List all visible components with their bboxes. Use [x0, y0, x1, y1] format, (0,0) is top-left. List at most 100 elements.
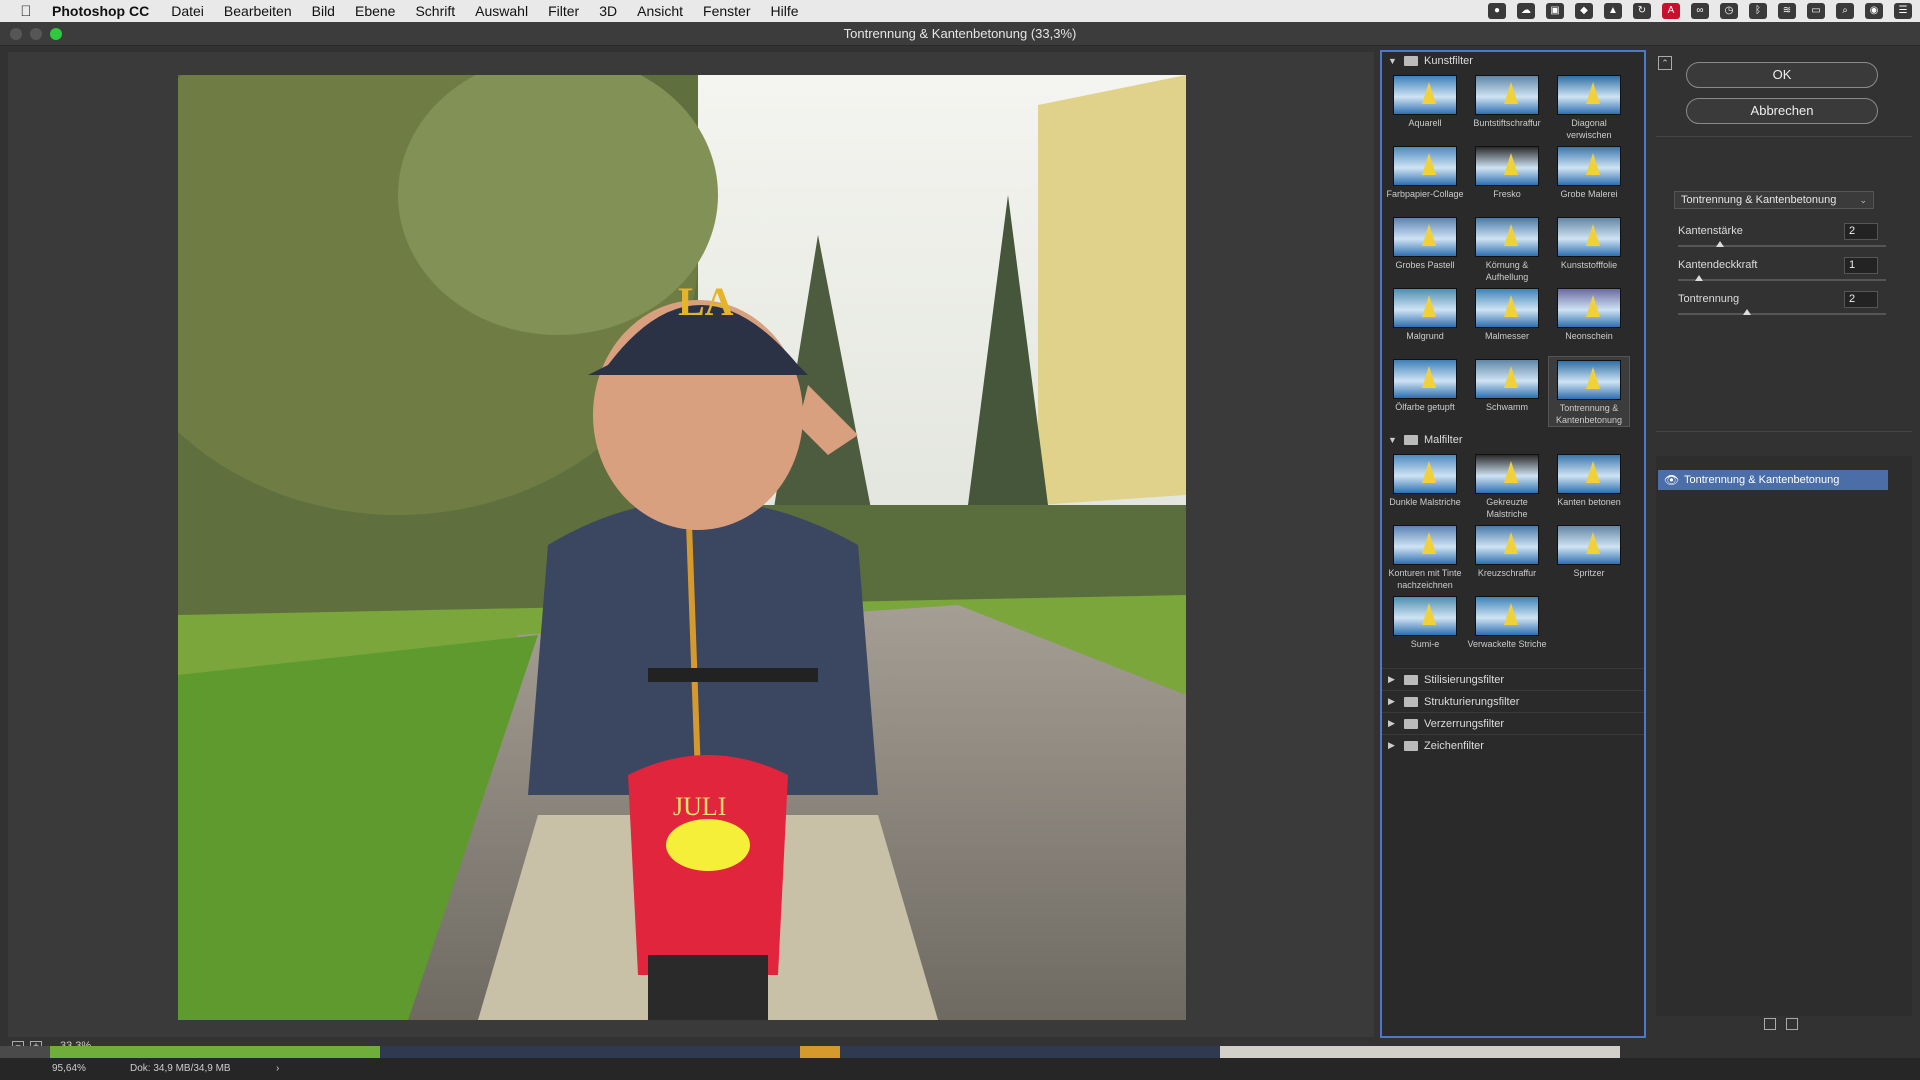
- filter-thumb[interactable]: Konturen mit Tinte nachzeichnen: [1384, 522, 1466, 593]
- menu-filter[interactable]: Filter: [538, 0, 589, 22]
- record-icon[interactable]: ●: [1488, 3, 1506, 19]
- status-doc-size: Dok: 34,9 MB/34,9 MB: [130, 1063, 231, 1074]
- creative-cloud-icon[interactable]: ∞: [1691, 3, 1709, 19]
- disclosure-closed-icon[interactable]: ▶: [1388, 740, 1400, 751]
- time-machine-icon[interactable]: ◷: [1720, 3, 1738, 19]
- malfilter-grid: Dunkle Malstriche Gekreuzte Malstriche Kan…: [1382, 449, 1644, 668]
- ok-button[interactable]: OK: [1686, 62, 1878, 88]
- slider-thumb[interactable]: [1716, 241, 1724, 247]
- group-label: Malfilter: [1424, 434, 1463, 446]
- wifi-icon[interactable]: ≋: [1778, 3, 1796, 19]
- disclosure-closed-icon[interactable]: ▶: [1388, 674, 1400, 685]
- menu-3d[interactable]: 3D: [589, 0, 627, 22]
- filter-thumb-label: Aquarell: [1408, 118, 1442, 128]
- notification-center-icon[interactable]: ☰: [1894, 3, 1912, 19]
- filter-dropdown[interactable]: Tontrennung & Kantenbetonung ⌄: [1674, 191, 1874, 209]
- filter-thumb[interactable]: Körnung & Aufhellung: [1466, 214, 1548, 285]
- filter-thumb-label: Sumi-e: [1410, 639, 1440, 649]
- drive-icon[interactable]: ▲: [1604, 3, 1622, 19]
- apple-icon[interactable]: : [0, 3, 52, 20]
- param-slider[interactable]: [1678, 241, 1886, 247]
- disclosure-open-icon[interactable]: ▼: [1388, 56, 1400, 66]
- filter-thumb[interactable]: Tontrennung & Kantenbetonung: [1548, 356, 1630, 427]
- group-label: Stilisierungsfilter: [1424, 673, 1505, 686]
- filter-thumb[interactable]: Aquarell: [1384, 72, 1466, 143]
- status-bar: 95,64% Dok: 34,9 MB/34,9 MB ›: [0, 1058, 1920, 1080]
- disclosure-closed-icon[interactable]: ▶: [1388, 718, 1400, 729]
- app-menu[interactable]: Photoshop CC: [52, 0, 161, 22]
- filter-thumb[interactable]: Malmesser: [1466, 285, 1548, 356]
- filter-thumb[interactable]: Grobes Pastell: [1384, 214, 1466, 285]
- menu-datei[interactable]: Datei: [161, 0, 214, 22]
- group-stilisierungsfilter[interactable]: ▶ Stilisierungsfilter: [1382, 668, 1644, 690]
- filter-thumb-label: Spritzer: [1573, 568, 1605, 578]
- group-strukturierungsfilter[interactable]: ▶ Strukturierungsfilter: [1382, 690, 1644, 712]
- disclosure-closed-icon[interactable]: ▶: [1388, 696, 1400, 707]
- param-slider[interactable]: [1678, 309, 1886, 315]
- siri-icon[interactable]: ◉: [1865, 3, 1883, 19]
- status-zoom[interactable]: 95,64%: [52, 1063, 86, 1074]
- disclosure-open-icon[interactable]: ▼: [1388, 435, 1400, 445]
- sync-icon[interactable]: ↻: [1633, 3, 1651, 19]
- menu-schrift[interactable]: Schrift: [405, 0, 465, 22]
- filter-thumb[interactable]: Grobe Malerei: [1548, 143, 1630, 214]
- filter-thumb[interactable]: Neonschein: [1548, 285, 1630, 356]
- screen-icon[interactable]: ▣: [1546, 3, 1564, 19]
- preview-area[interactable]: LA JULI: [8, 52, 1374, 1037]
- filter-thumb[interactable]: Fresko: [1466, 143, 1548, 214]
- filter-thumb[interactable]: Ölfarbe getupft: [1384, 356, 1466, 427]
- filter-thumb[interactable]: Kunststofffolie: [1548, 214, 1630, 285]
- airplay-icon[interactable]: ▭: [1807, 3, 1825, 19]
- filter-preview-icon: [1393, 75, 1457, 115]
- group-malfilter[interactable]: ▼ Malfilter: [1382, 431, 1644, 449]
- menu-bearbeiten[interactable]: Bearbeiten: [214, 0, 302, 22]
- filter-dropdown-value: Tontrennung & Kantenbetonung: [1681, 194, 1837, 206]
- menu-ansicht[interactable]: Ansicht: [627, 0, 693, 22]
- menu-hilfe[interactable]: Hilfe: [761, 0, 809, 22]
- filter-thumb[interactable]: Verwackelte Striche: [1466, 593, 1548, 664]
- group-zeichenfilter[interactable]: ▶ Zeichenfilter: [1382, 734, 1644, 756]
- search-icon[interactable]: ⌕: [1836, 3, 1854, 19]
- filter-thumb[interactable]: Gekreuzte Malstriche: [1466, 451, 1548, 522]
- bluetooth-icon[interactable]: ᛒ: [1749, 3, 1767, 19]
- menu-auswahl[interactable]: Auswahl: [465, 0, 538, 22]
- menu-fenster[interactable]: Fenster: [693, 0, 760, 22]
- trash-icon[interactable]: [1786, 1018, 1798, 1030]
- dropbox-icon[interactable]: ◆: [1575, 3, 1593, 19]
- param-value-input[interactable]: 2: [1844, 223, 1878, 240]
- group-kunstfilter[interactable]: ▼ Kunstfilter: [1382, 52, 1644, 70]
- filter-thumb[interactable]: Kanten betonen: [1548, 451, 1630, 522]
- menu-ebene[interactable]: Ebene: [345, 0, 405, 22]
- param-value-input[interactable]: 1: [1844, 257, 1878, 274]
- new-effect-layer-icon[interactable]: [1764, 1018, 1776, 1030]
- filter-thumb-label: Fresko: [1493, 189, 1521, 199]
- cancel-button[interactable]: Abbrechen: [1686, 98, 1878, 124]
- effect-layer-row[interactable]: 👁 Tontrennung & Kantenbetonung: [1658, 470, 1888, 490]
- menu-bar:  Photoshop CC Datei Bearbeiten Bild Ebe…: [0, 0, 1920, 22]
- filter-thumb[interactable]: Malgrund: [1384, 285, 1466, 356]
- cloud-icon[interactable]: ☁: [1517, 3, 1535, 19]
- status-menu-arrow[interactable]: ›: [276, 1063, 279, 1074]
- filter-thumb[interactable]: Diagonal verwischen: [1548, 72, 1630, 143]
- filter-thumb[interactable]: Buntstiftschraffur: [1466, 72, 1548, 143]
- preview-image[interactable]: LA JULI: [178, 75, 1186, 1020]
- menu-bild[interactable]: Bild: [302, 0, 345, 22]
- eye-icon[interactable]: 👁: [1664, 470, 1679, 490]
- param-slider[interactable]: [1678, 275, 1886, 281]
- filter-preview-icon: [1557, 454, 1621, 494]
- filter-thumb[interactable]: Farbpapier-Collage: [1384, 143, 1466, 214]
- filter-thumb[interactable]: Kreuzschraffur: [1466, 522, 1548, 593]
- filter-thumb[interactable]: Sumi-e: [1384, 593, 1466, 664]
- group-label: Kunstfilter: [1424, 55, 1473, 67]
- slider-thumb[interactable]: [1695, 275, 1703, 281]
- filter-thumb-label: Schwamm: [1485, 402, 1528, 412]
- group-label: Strukturierungsfilter: [1424, 695, 1520, 708]
- filter-thumb[interactable]: Spritzer: [1548, 522, 1630, 593]
- collapse-gallery-icon[interactable]: ⌃: [1658, 56, 1672, 70]
- adobe-icon[interactable]: A: [1662, 3, 1680, 19]
- filter-thumb[interactable]: Schwamm: [1466, 356, 1548, 427]
- group-verzerrungsfilter[interactable]: ▶ Verzerrungsfilter: [1382, 712, 1644, 734]
- filter-thumb[interactable]: Dunkle Malstriche: [1384, 451, 1466, 522]
- param-value-input[interactable]: 2: [1844, 291, 1878, 308]
- slider-thumb[interactable]: [1743, 309, 1751, 315]
